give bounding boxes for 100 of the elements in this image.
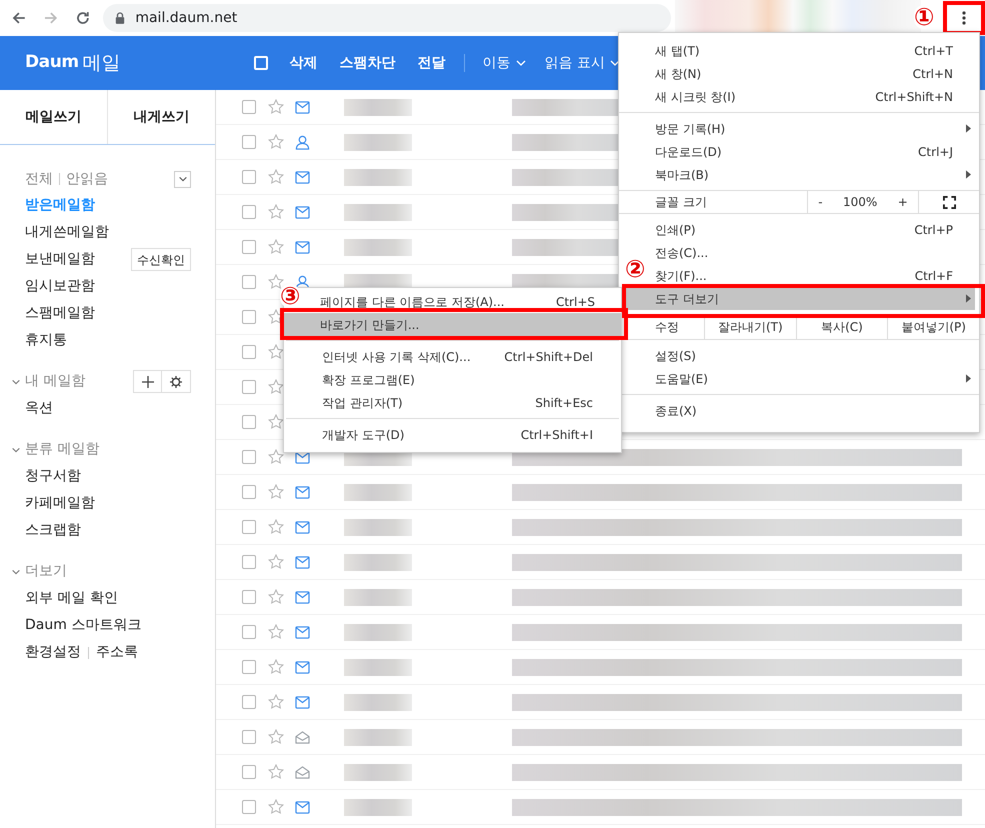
footer-link[interactable]: 환경설정 xyxy=(25,642,81,663)
chevron-down-icon xyxy=(178,174,188,184)
toolbar-button[interactable]: 스팸차단 xyxy=(340,52,396,74)
menu-item[interactable]: 종료(X) xyxy=(651,399,979,422)
row-checkbox[interactable] xyxy=(242,590,256,604)
menu-item[interactable]: 전송(C)... xyxy=(651,241,979,264)
menu-item[interactable]: 새 시크릿 창(I) Ctrl+Shift+N xyxy=(651,85,979,108)
more-menu-icon[interactable] xyxy=(962,11,966,25)
footer-link[interactable]: 주소록 xyxy=(96,642,138,663)
back-icon[interactable] xyxy=(11,10,27,26)
star-icon[interactable] xyxy=(268,729,284,745)
star-icon[interactable] xyxy=(268,589,284,605)
row-checkbox[interactable] xyxy=(242,765,256,779)
star-icon[interactable] xyxy=(268,99,284,115)
section-title[interactable]: 더보기 xyxy=(25,561,67,582)
menu-item[interactable]: 방문 기록(H) xyxy=(651,117,979,140)
row-checkbox[interactable] xyxy=(242,800,256,814)
star-icon[interactable] xyxy=(268,484,284,500)
menu-item[interactable]: 북마크(B) xyxy=(651,163,979,186)
edit-button[interactable]: 복사(C) xyxy=(796,315,888,339)
blurred-text xyxy=(344,134,412,150)
folder-link[interactable]: 보낸메일함 xyxy=(25,249,95,270)
row-checkbox[interactable] xyxy=(242,415,256,429)
select-all-checkbox[interactable] xyxy=(254,56,268,70)
envelope-icon xyxy=(294,696,310,708)
compose-button[interactable]: 내게쓰기 xyxy=(107,90,215,144)
read-receipt-button[interactable]: 수신확인 xyxy=(131,248,191,271)
filter-dropdown[interactable] xyxy=(174,170,191,188)
url-text: mail.daum.net xyxy=(135,8,238,28)
dropdown-button[interactable]: 읽음 표시 xyxy=(544,52,622,74)
menu-item[interactable]: 도구 더보기 xyxy=(623,287,975,310)
folder-link[interactable]: 카페메일함 xyxy=(25,490,95,517)
row-checkbox[interactable] xyxy=(242,625,256,639)
star-icon[interactable] xyxy=(268,694,284,710)
star-icon[interactable] xyxy=(268,204,284,220)
row-checkbox[interactable] xyxy=(242,100,256,114)
star-icon[interactable] xyxy=(268,519,284,535)
menu-item[interactable]: 새 창(N) Ctrl+N xyxy=(651,62,979,85)
row-checkbox[interactable] xyxy=(242,730,256,744)
star-icon[interactable] xyxy=(268,414,284,430)
star-icon[interactable] xyxy=(268,449,284,465)
menu-item[interactable]: 개발자 도구(D) Ctrl+Shift+I xyxy=(318,423,619,446)
menu-item[interactable]: 인쇄(P) Ctrl+P xyxy=(651,218,979,241)
compose-button[interactable]: 메일쓰기 xyxy=(0,90,107,144)
section-title[interactable]: 내 메일함 xyxy=(25,371,86,392)
row-checkbox[interactable] xyxy=(242,520,256,534)
filter-link[interactable]: 안읽음 xyxy=(66,168,108,190)
address-bar[interactable]: mail.daum.net xyxy=(103,4,671,32)
star-icon[interactable] xyxy=(268,659,284,675)
section-title[interactable]: 분류 메일함 xyxy=(25,439,100,460)
row-checkbox[interactable] xyxy=(242,170,256,184)
row-checkbox[interactable] xyxy=(242,275,256,289)
folder-link[interactable]: 옥션 xyxy=(25,395,53,422)
menu-item[interactable]: 찾기(F)... Ctrl+F xyxy=(651,264,979,287)
row-checkbox[interactable] xyxy=(242,695,256,709)
star-icon[interactable] xyxy=(268,554,284,570)
row-checkbox[interactable] xyxy=(242,345,256,359)
dropdown-button[interactable]: 이동 xyxy=(482,52,527,74)
folder-link[interactable]: 내게쓴메일함 xyxy=(25,222,109,243)
menu-item[interactable]: 도움말(E) xyxy=(651,367,979,390)
row-checkbox[interactable] xyxy=(242,450,256,464)
edit-button[interactable]: 잘라내기(T) xyxy=(704,315,796,339)
star-icon[interactable] xyxy=(268,379,284,395)
folder-link[interactable]: 스크랩함 xyxy=(25,517,81,544)
row-checkbox[interactable] xyxy=(242,380,256,394)
row-checkbox[interactable] xyxy=(242,555,256,569)
star-icon[interactable] xyxy=(268,134,284,150)
row-checkbox[interactable] xyxy=(242,135,256,149)
edit-button[interactable]: 붙여넣기(P) xyxy=(887,315,980,339)
menu-item[interactable]: 확장 프로그램(E) xyxy=(318,368,619,391)
star-icon[interactable] xyxy=(268,169,284,185)
star-icon[interactable] xyxy=(268,799,284,815)
menu-item[interactable]: 인터넷 사용 기록 삭제(C)... Ctrl+Shift+Del xyxy=(318,345,619,368)
folder-link[interactable]: 청구서함 xyxy=(25,463,81,490)
star-icon[interactable] xyxy=(268,624,284,640)
menu-item[interactable]: 작업 관리자(T) Shift+Esc xyxy=(318,391,619,414)
row-checkbox[interactable] xyxy=(242,485,256,499)
filter-link[interactable]: 전체 xyxy=(25,168,53,190)
zoom-out-button[interactable]: - xyxy=(818,193,823,211)
folder-link[interactable]: 스팸메일함 xyxy=(25,303,95,324)
fullscreen-icon[interactable] xyxy=(943,196,956,208)
menu-item[interactable]: 설정(S) xyxy=(651,344,979,367)
row-checkbox[interactable] xyxy=(242,205,256,219)
row-checkbox[interactable] xyxy=(242,240,256,254)
reload-icon[interactable] xyxy=(74,10,90,26)
menu-item[interactable]: 바로가기 만들기... xyxy=(284,313,621,336)
folder-link[interactable]: Daum 스마트워크 xyxy=(25,612,142,639)
folder-link[interactable]: 임시보관함 xyxy=(25,276,95,297)
row-checkbox[interactable] xyxy=(242,310,256,324)
menu-item[interactable]: 새 탭(T) Ctrl+T xyxy=(651,39,979,62)
menu-item[interactable]: 다운로드(D) Ctrl+J xyxy=(651,140,979,163)
folder-link[interactable]: 휴지통 xyxy=(25,330,67,351)
star-icon[interactable] xyxy=(268,764,284,780)
folder-link[interactable]: 외부 메일 확인 xyxy=(25,585,118,612)
toolbar-button[interactable]: 삭제 xyxy=(290,52,318,74)
star-icon[interactable] xyxy=(268,239,284,255)
toolbar-button[interactable]: 전달 xyxy=(418,52,446,74)
star-icon[interactable] xyxy=(268,344,284,360)
row-checkbox[interactable] xyxy=(242,660,256,674)
zoom-in-button[interactable]: + xyxy=(898,193,908,211)
